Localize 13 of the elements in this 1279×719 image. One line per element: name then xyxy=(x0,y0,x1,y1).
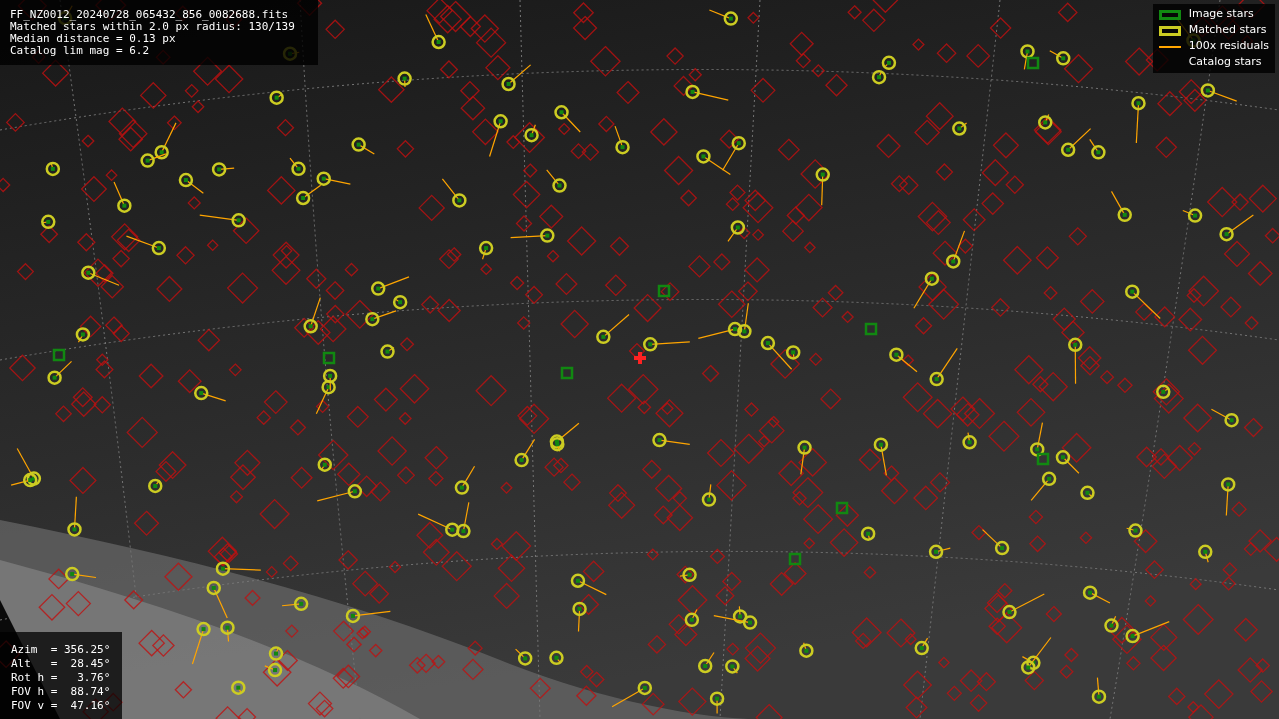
pointing-text: Rot h = 3.76° xyxy=(11,671,112,685)
legend-label: Matched stars xyxy=(1188,22,1267,39)
pointing-text: Azim = 356.25° xyxy=(11,643,112,657)
info-text: Matched stars within 2.0 px radius: 130/139 xyxy=(10,21,296,33)
info-text: FF_NZ0012_20240728_065432_856_0082688.fits xyxy=(10,9,290,21)
pointing-text: FOV v = 47.16° xyxy=(11,699,112,713)
legend-label: 100x residuals xyxy=(1188,38,1269,55)
info-text: Catalog lim mag = 6.2 xyxy=(10,45,151,57)
pointing-text: Alt = 28.45° xyxy=(11,657,112,671)
legend-label: Catalog stars xyxy=(1188,54,1262,71)
info-text: Median distance = 0.13 px xyxy=(10,33,177,45)
pointing-text: FOV h = 88.74° xyxy=(11,685,112,699)
legend-label: Image stars xyxy=(1188,6,1254,23)
